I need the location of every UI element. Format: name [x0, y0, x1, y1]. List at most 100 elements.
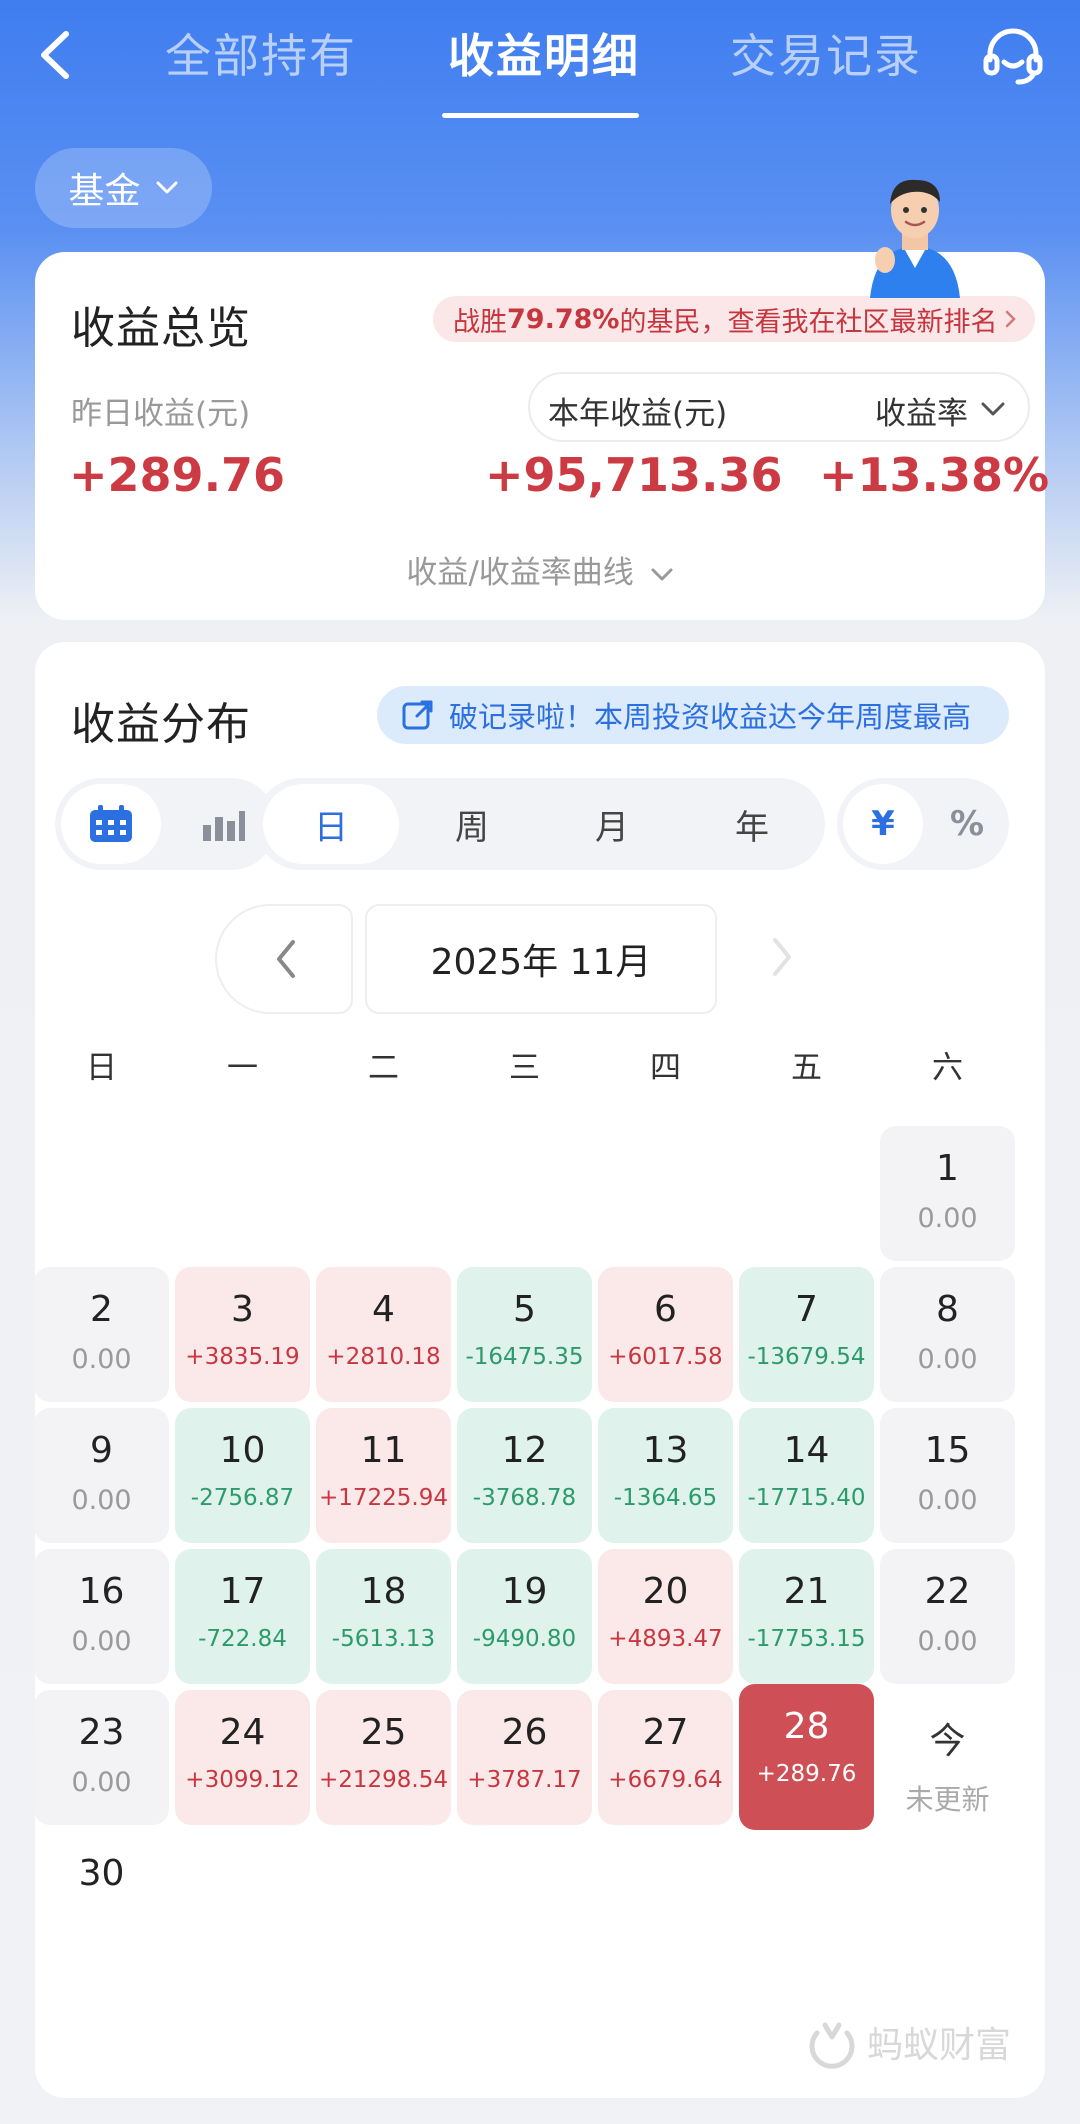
- period-tab-year[interactable]: 年: [687, 778, 817, 870]
- calendar-day[interactable]: 6 +6017.58: [598, 1267, 733, 1402]
- day-income: +289.76: [756, 1761, 857, 1787]
- return-rate-label: 收益率: [875, 396, 968, 432]
- share-icon: [402, 700, 433, 730]
- weekday-label: 六: [932, 1050, 963, 1086]
- calendar-day[interactable]: 13 -1364.65: [598, 1408, 733, 1543]
- calendar-view-button[interactable]: [61, 784, 161, 864]
- day-income: 0.00: [71, 1485, 132, 1516]
- day-income: +4893.47: [608, 1626, 723, 1652]
- back-button[interactable]: [30, 22, 90, 88]
- calendar-day[interactable]: 11 +17225.94: [316, 1408, 451, 1543]
- weekday-label: 一: [227, 1050, 258, 1086]
- ant-logo-icon: [809, 2022, 855, 2069]
- day-income: +17225.94: [318, 1485, 448, 1511]
- calendar-day[interactable]: 17 -722.84: [175, 1549, 310, 1684]
- record-banner[interactable]: 破记录啦！本周投资收益达今年周度最高: [377, 686, 1009, 744]
- calendar-day[interactable]: 20 +4893.47: [598, 1549, 733, 1684]
- curve-toggle[interactable]: 收益/收益率曲线: [35, 547, 1045, 592]
- distribution-title: 收益分布: [71, 699, 251, 750]
- day-number: 28: [783, 1706, 830, 1747]
- calendar-day[interactable]: 3 +3835.19: [175, 1267, 310, 1402]
- day-number: 30: [78, 1853, 125, 1894]
- day-income: -17753.15: [747, 1626, 866, 1652]
- calendar-day[interactable]: 1 0.00: [880, 1126, 1015, 1261]
- calendar-day[interactable]: 23 0.00: [34, 1690, 169, 1825]
- calendar-day[interactable]: 21 -17753.15: [739, 1549, 874, 1684]
- day-income: -722.84: [198, 1626, 287, 1652]
- asset-filter-dropdown[interactable]: 基金: [35, 148, 212, 228]
- income-overview-card: 收益总览 战胜 79.78% 的基民，查看我在社区最新排名 昨日收益(元) +289…: [35, 252, 1049, 620]
- calendar-day[interactable]: 今未更新: [880, 1690, 1015, 1825]
- day-income: +21298.54: [318, 1767, 448, 1793]
- day-number: 13: [642, 1430, 689, 1471]
- day-income: 0.00: [71, 1767, 132, 1798]
- unit-yuan-button[interactable]: ¥: [843, 784, 923, 864]
- rank-prefix: 战胜: [453, 306, 507, 338]
- calendar-day[interactable]: 7 -13679.54: [739, 1267, 874, 1402]
- day-income: 0.00: [917, 1626, 978, 1657]
- calendar-day[interactable]: 19 -9490.80: [457, 1549, 592, 1684]
- day-number: 3: [231, 1289, 254, 1330]
- mascot-illustration: [850, 168, 980, 298]
- calendar-day[interactable]: 14 -17715.40: [739, 1408, 874, 1543]
- unit-toggle: ¥ %: [837, 778, 1009, 870]
- day-number: 14: [783, 1430, 830, 1471]
- day-number: 11: [360, 1430, 407, 1471]
- calendar-day[interactable]: 2 0.00: [34, 1267, 169, 1402]
- calendar-day[interactable]: 16 0.00: [34, 1549, 169, 1684]
- day-number: 8: [936, 1289, 959, 1330]
- calendar-day[interactable]: 26 +3787.17: [457, 1690, 592, 1825]
- income-distribution-card: 收益分布 破记录啦！本周投资收益达今年周度最高 日 周 月 年 ¥ % 2025…: [34, 642, 1045, 2098]
- day-number: 9: [90, 1430, 113, 1471]
- day-income: +3099.12: [185, 1767, 300, 1793]
- calendar-day[interactable]: 10 -2756.87: [175, 1408, 310, 1543]
- tab-all-holdings[interactable]: 全部持有: [165, 20, 357, 86]
- chevron-right-icon: [773, 938, 791, 976]
- calendar-day[interactable]: 8 0.00: [880, 1267, 1015, 1402]
- period-tab-day[interactable]: 日: [263, 784, 399, 864]
- unit-percent-button[interactable]: %: [929, 778, 1005, 870]
- day-income: -9490.80: [472, 1626, 577, 1652]
- day-income: 0.00: [917, 1485, 978, 1516]
- day-number: 15: [924, 1430, 971, 1471]
- day-number: 16: [78, 1571, 125, 1612]
- day-income: +3787.17: [467, 1767, 582, 1793]
- day-income: -16475.35: [465, 1344, 584, 1370]
- weekday-label: 三: [509, 1050, 540, 1086]
- day-number: 今: [929, 1721, 966, 1762]
- calendar-day[interactable]: 18 -5613.13: [316, 1549, 451, 1684]
- overview-title: 收益总览: [71, 303, 251, 354]
- calendar-day[interactable]: 5 -16475.35: [457, 1267, 592, 1402]
- period-tab-week[interactable]: 周: [407, 778, 537, 870]
- calendar-day[interactable]: 4 +2810.18: [316, 1267, 451, 1402]
- day-income: +3835.19: [185, 1344, 300, 1370]
- prev-month-button[interactable]: [215, 904, 353, 1014]
- year-income-selector[interactable]: 本年收益(元) 收益率: [528, 372, 1030, 442]
- active-tab-indicator: [442, 113, 639, 118]
- calendar-day[interactable]: 12 -3768.78: [457, 1408, 592, 1543]
- day-income: 未更新: [905, 1783, 990, 1816]
- community-rank-banner[interactable]: 战胜 79.78% 的基民，查看我在社区最新排名: [433, 296, 1036, 342]
- tab-transactions[interactable]: 交易记录: [730, 20, 922, 86]
- calendar-day[interactable]: 25 +21298.54: [316, 1690, 451, 1825]
- tab-income-detail[interactable]: 收益明细: [448, 20, 640, 86]
- calendar-day[interactable]: 30: [34, 1831, 169, 1966]
- watermark-text: 蚂蚁财富: [867, 2025, 1012, 2066]
- calendar-day[interactable]: 27 +6679.64: [598, 1690, 733, 1825]
- customer-service-button[interactable]: [980, 24, 1046, 90]
- day-number: 2: [90, 1289, 113, 1330]
- weekday-label: 日: [86, 1050, 117, 1086]
- calendar-day[interactable]: 22 0.00: [880, 1549, 1015, 1684]
- calendar-day[interactable]: 9 0.00: [34, 1408, 169, 1543]
- day-number: 17: [219, 1571, 266, 1612]
- calendar-day[interactable]: 15 0.00: [880, 1408, 1015, 1543]
- calendar-day-selected[interactable]: 28 +289.76: [739, 1684, 874, 1830]
- calendar-day[interactable]: 24 +3099.12: [175, 1690, 310, 1825]
- period-tab-month[interactable]: 月: [547, 778, 677, 870]
- chevron-left-icon: [41, 31, 69, 79]
- day-number: 20: [642, 1571, 689, 1612]
- next-month-button[interactable]: [729, 904, 855, 1014]
- chevron-down-icon: [981, 402, 1005, 416]
- chevron-left-icon: [277, 940, 295, 978]
- weekday-label: 四: [650, 1050, 681, 1086]
